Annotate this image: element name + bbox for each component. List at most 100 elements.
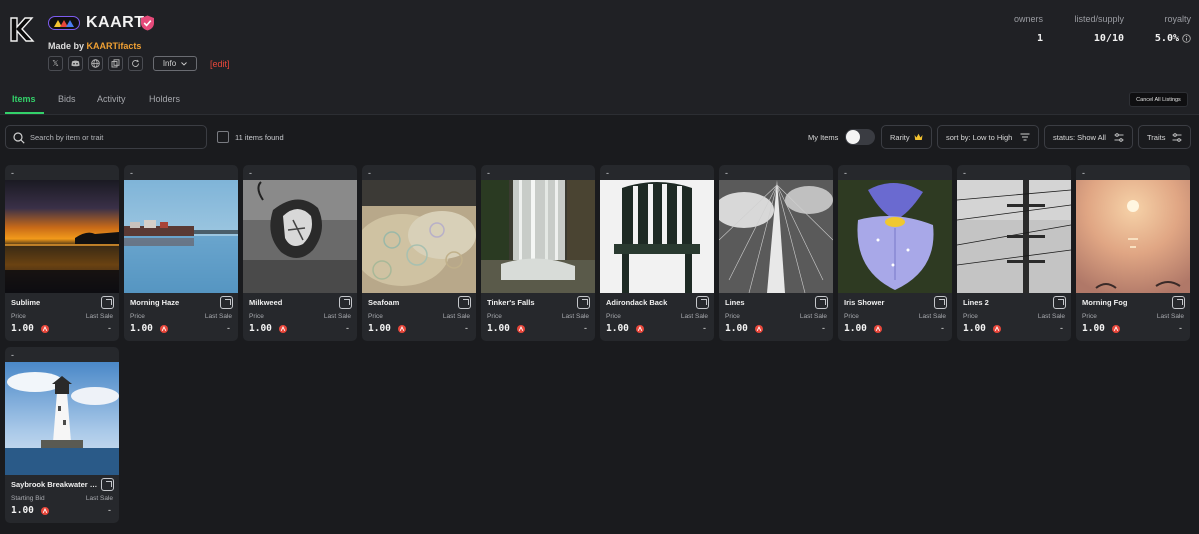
- item-name: Morning Haze: [130, 298, 180, 307]
- item-card[interactable]: - Morning Fog Price Last Sale 1.00 -: [1076, 165, 1190, 341]
- card-rank: -: [1082, 168, 1085, 178]
- last-sale-value: -: [108, 323, 111, 333]
- last-sale-value: -: [1060, 323, 1063, 333]
- cancel-all-listings-button[interactable]: Cancel All Listings: [1129, 92, 1188, 107]
- select-items-checkbox[interactable]: [217, 131, 229, 143]
- item-image[interactable]: [838, 180, 952, 293]
- x-icon[interactable]: 𝕏: [48, 56, 63, 71]
- tab-holders[interactable]: Holders: [149, 94, 180, 104]
- item-name: Lines 2: [963, 298, 989, 307]
- item-image[interactable]: [957, 180, 1071, 293]
- item-image[interactable]: [5, 362, 119, 475]
- item-card[interactable]: - Sublime Price Last Sale 1.00 -: [5, 165, 119, 341]
- status-label: status: Show All: [1053, 132, 1106, 142]
- open-external-icon[interactable]: [934, 296, 947, 309]
- item-price: 1.00: [130, 323, 153, 334]
- status-dropdown[interactable]: status: Show All: [1044, 125, 1133, 149]
- token-icon: [41, 507, 49, 515]
- price-label: Price: [487, 313, 502, 320]
- item-image[interactable]: [124, 180, 238, 293]
- item-image[interactable]: [5, 180, 119, 293]
- item-image[interactable]: [1076, 180, 1190, 293]
- my-items-toggle[interactable]: [845, 129, 875, 145]
- search-icon: [13, 132, 25, 144]
- last-sale-value: -: [227, 323, 230, 333]
- item-name: Seafoam: [368, 298, 400, 307]
- card-rank: -: [487, 168, 490, 178]
- open-external-icon[interactable]: [577, 296, 590, 309]
- open-external-icon[interactable]: [1172, 296, 1185, 309]
- refresh-icon[interactable]: [128, 56, 143, 71]
- copy-icon[interactable]: [108, 56, 123, 71]
- item-image[interactable]: [600, 180, 714, 293]
- items-found-count: 11 items found: [235, 133, 284, 142]
- my-items-label: My Items: [808, 133, 839, 142]
- item-card[interactable]: - Lines 2 Price Last Sale 1.00 -: [957, 165, 1071, 341]
- filter-sliders-icon: [1114, 132, 1124, 142]
- sort-dropdown[interactable]: sort by: Low to High: [937, 125, 1039, 149]
- website-icon[interactable]: [88, 56, 103, 71]
- traits-dropdown[interactable]: Traits: [1138, 125, 1191, 149]
- item-image[interactable]: [243, 180, 357, 293]
- search-input[interactable]: [30, 131, 200, 144]
- price-label: Price: [249, 313, 264, 320]
- info-dropdown-button[interactable]: Info: [153, 56, 197, 71]
- open-external-icon[interactable]: [101, 478, 114, 491]
- open-external-icon[interactable]: [458, 296, 471, 309]
- item-card[interactable]: - Morning Haze Price Last Sale 1.00 -: [124, 165, 238, 341]
- item-card[interactable]: - Iris Shower Price Last Sale 1.00 -: [838, 165, 952, 341]
- price-label: Price: [1082, 313, 1097, 320]
- card-rank: -: [368, 168, 371, 178]
- royalty-value: 5.0%: [1154, 33, 1179, 44]
- social-links: 𝕏 Info [edit]: [48, 56, 230, 71]
- price-label: Price: [368, 313, 383, 320]
- last-sale-label: Last Sale: [799, 313, 827, 320]
- open-external-icon[interactable]: [101, 296, 114, 309]
- verified-badge-icon: [141, 15, 154, 31]
- token-icon: [517, 325, 525, 333]
- card-rank: -: [249, 168, 252, 178]
- last-sale-label: Last Sale: [1037, 313, 1065, 320]
- open-external-icon[interactable]: [1053, 296, 1066, 309]
- royalty-stat: royalty 5.0%: [1140, 14, 1191, 44]
- item-image[interactable]: [362, 180, 476, 293]
- open-external-icon[interactable]: [815, 296, 828, 309]
- open-external-icon[interactable]: [220, 296, 233, 309]
- rarity-button[interactable]: Rarity: [881, 125, 932, 149]
- price-label: Price: [11, 313, 26, 320]
- creator-link[interactable]: KAARTifacts: [87, 41, 142, 51]
- last-sale-label: Last Sale: [918, 313, 946, 320]
- item-card[interactable]: - Lines Price Last Sale 1.00 -: [719, 165, 833, 341]
- card-rank: -: [963, 168, 966, 178]
- last-sale-value: -: [584, 323, 587, 333]
- last-sale-value: -: [1179, 323, 1182, 333]
- item-card[interactable]: - Milkweed Price Last Sale 1.00 -: [243, 165, 357, 341]
- item-card[interactable]: - Seafoam Price Last Sale 1.00 -: [362, 165, 476, 341]
- last-sale-value: -: [703, 323, 706, 333]
- item-card[interactable]: - Saybrook Breakwater L... Starting Bid …: [5, 347, 119, 523]
- item-card[interactable]: - Adirondack Back Price Last Sale 1.00 -: [600, 165, 714, 341]
- tab-items[interactable]: Items: [12, 94, 36, 104]
- tab-bids[interactable]: Bids: [58, 94, 76, 104]
- last-sale-label: Last Sale: [442, 313, 470, 320]
- chevron-down-icon: [181, 61, 187, 66]
- collection-title: KAART: [86, 14, 145, 31]
- item-image[interactable]: [481, 180, 595, 293]
- card-rank: -: [11, 168, 14, 178]
- open-external-icon[interactable]: [339, 296, 352, 309]
- price-label: Price: [963, 313, 978, 320]
- last-sale-value: -: [346, 323, 349, 333]
- edit-link[interactable]: [edit]: [210, 59, 230, 69]
- last-sale-label: Last Sale: [561, 313, 589, 320]
- item-image[interactable]: [719, 180, 833, 293]
- open-external-icon[interactable]: [696, 296, 709, 309]
- last-sale-label: Last Sale: [85, 313, 113, 320]
- info-circle-icon[interactable]: [1182, 34, 1191, 43]
- item-price: 1.00: [606, 323, 629, 334]
- tab-activity[interactable]: Activity: [97, 94, 126, 104]
- royalty-row: 5.0%: [1140, 33, 1191, 44]
- rarity-label: Rarity: [890, 132, 910, 142]
- kaart-logo: [8, 14, 36, 44]
- item-card[interactable]: - Tinker's Falls Price Last Sale 1.00 -: [481, 165, 595, 341]
- discord-icon[interactable]: [68, 56, 83, 71]
